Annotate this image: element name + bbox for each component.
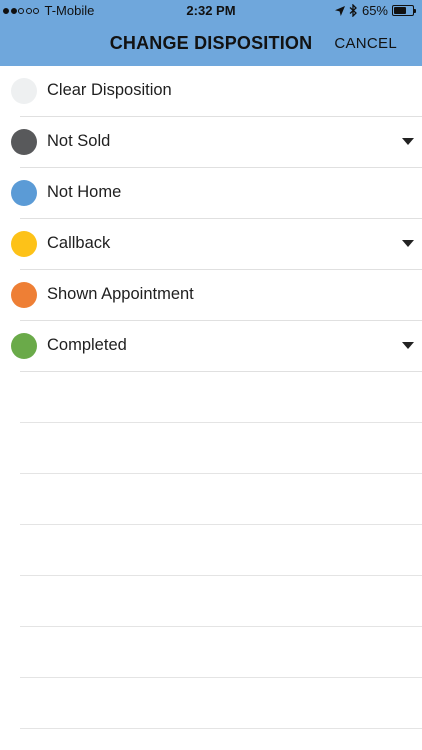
disposition-label: Completed — [47, 336, 127, 354]
orange-circle-icon — [11, 282, 37, 308]
empty-row — [0, 474, 422, 525]
battery-level — [394, 7, 406, 14]
disposition-label: Shown Appointment — [47, 285, 194, 303]
header-bar: T-Mobile 2:32 PM 65% CHANGE DISPOSITION … — [0, 0, 422, 66]
battery-cap — [414, 9, 416, 13]
disposition-item[interactable]: Shown Appointment — [0, 270, 422, 321]
yellow-circle-icon — [11, 231, 37, 257]
bluetooth-icon — [349, 4, 357, 17]
battery-percent: 65% — [361, 3, 388, 18]
empty-row — [0, 627, 422, 678]
disposition-label: Clear Disposition — [47, 81, 172, 99]
empty-row — [0, 576, 422, 627]
disposition-label: Not Home — [47, 183, 122, 201]
clear-circle-icon — [11, 78, 37, 104]
disposition-item[interactable]: Clear Disposition — [0, 66, 422, 117]
location-arrow-icon — [334, 5, 345, 16]
disposition-list: Clear Disposition Not Sold Not Home Callbac… — [0, 66, 422, 729]
status-bar: T-Mobile 2:32 PM 65% — [0, 0, 422, 22]
disposition-item[interactable]: Not Sold — [0, 117, 422, 168]
caret-down-icon[interactable] — [402, 138, 414, 145]
disposition-item[interactable]: Completed — [0, 321, 422, 372]
blue-circle-icon — [11, 180, 37, 206]
empty-row — [0, 423, 422, 474]
empty-row — [0, 678, 422, 729]
disposition-label: Callback — [47, 234, 111, 252]
empty-row — [0, 372, 422, 423]
gray-circle-icon — [11, 129, 37, 155]
disposition-item[interactable]: Callback — [0, 219, 422, 270]
green-circle-icon — [11, 333, 37, 359]
battery-icon — [392, 5, 416, 16]
row-divider — [20, 728, 422, 729]
status-right: 65% — [331, 3, 416, 18]
caret-down-icon[interactable] — [402, 240, 414, 247]
empty-row — [0, 525, 422, 576]
disposition-item[interactable]: Not Home — [0, 168, 422, 219]
caret-down-icon[interactable] — [402, 342, 414, 349]
cancel-button[interactable]: CANCEL — [334, 35, 397, 52]
disposition-label: Not Sold — [47, 132, 111, 150]
